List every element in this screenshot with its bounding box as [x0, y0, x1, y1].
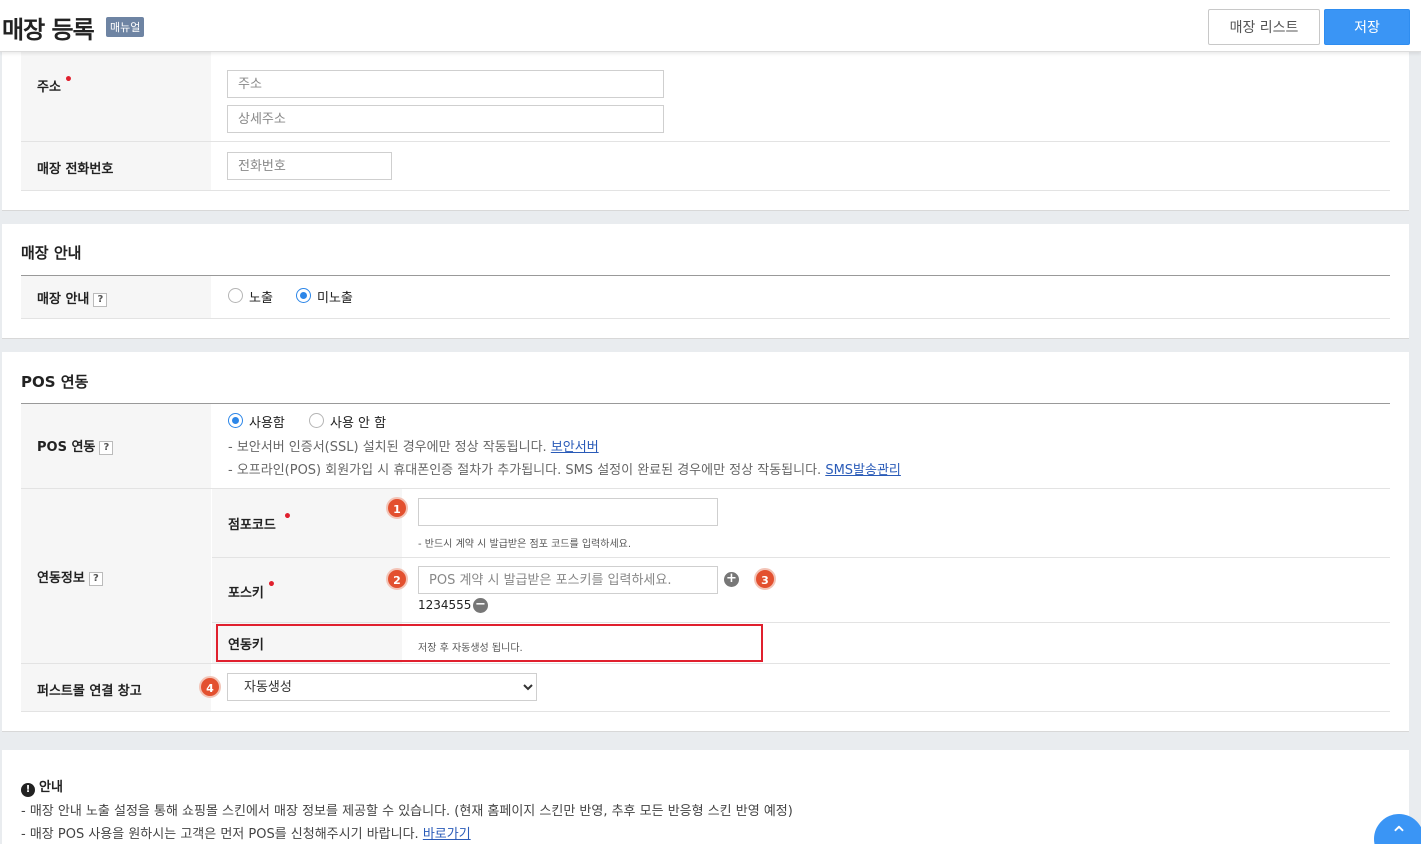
radio-expose-label: 노출	[249, 291, 273, 306]
marker-4: 4	[199, 676, 221, 698]
pos-key-label: 포스키	[228, 586, 264, 601]
radio-pos-use-label: 사용함	[249, 416, 285, 431]
basic-info-panel: 주소 • 매장 전화번호	[2, 40, 1409, 211]
radio-hide[interactable]	[296, 288, 311, 303]
help-icon[interactable]: ?	[88, 571, 103, 586]
link-info-label: 연동정보?	[37, 567, 103, 586]
pos-section-title: POS 연동	[21, 373, 89, 391]
pos-label: POS 연동?	[37, 436, 114, 455]
page-title: 매장 등록	[2, 16, 95, 44]
marker-1: 1	[386, 497, 408, 519]
warehouse-select[interactable]: 자동생성	[227, 673, 537, 701]
sms-management-link[interactable]: SMS발송관리	[825, 463, 901, 478]
store-code-label: 점포코드	[228, 518, 276, 533]
minus-circle-icon[interactable]: −	[473, 598, 488, 613]
required-mark: •	[64, 72, 73, 88]
radio-hide-label: 미노출	[317, 291, 353, 306]
top-bar: 매장 등록 매뉴얼 매장 리스트 저장	[0, 0, 1421, 52]
manual-badge[interactable]: 매뉴얼	[106, 17, 145, 37]
help-icon[interactable]: ?	[99, 440, 114, 455]
guide-line-2: - 매장 POS 사용을 원하시는 고객은 먼저 POS를 신청해주시기 바랍니…	[21, 827, 471, 842]
go-shortcut-link[interactable]: 바로가기	[423, 827, 471, 842]
store-guide-label: 매장 안내?	[37, 288, 108, 307]
required-mark: •	[267, 577, 276, 593]
phone-input[interactable]	[227, 152, 392, 180]
exclamation-circle-icon: !	[21, 783, 35, 797]
info-guide-panel: ! 안내 - 매장 안내 노출 설정을 통해 쇼핑몰 스킨에서 매장 정보를 제공…	[2, 750, 1409, 844]
store-guide-title: 매장 안내	[21, 244, 82, 262]
radio-expose[interactable]	[228, 288, 243, 303]
highlight-box	[216, 624, 763, 662]
radio-pos-unuse-label: 사용 안 함	[330, 416, 387, 431]
marker-3: 3	[754, 568, 776, 590]
guide-title: ! 안내	[21, 776, 63, 797]
pos-key-input[interactable]	[418, 566, 718, 594]
chevron-up-icon: ⌃	[1389, 823, 1409, 844]
store-guide-panel: 매장 안내 매장 안내? 노출 미노출	[2, 224, 1409, 339]
store-code-hint: - 반드시 계약 시 발급받은 점포 코드를 입력하세요.	[418, 539, 632, 550]
warehouse-label: 퍼스트몰 연결 창고	[37, 684, 142, 699]
pos-panel: POS 연동 POS 연동? 사용함 사용 안 함 - 보안서버 인증서(SSL…	[2, 352, 1409, 732]
address-input[interactable]	[227, 70, 664, 98]
address-label: 주소	[37, 80, 61, 95]
save-button[interactable]: 저장	[1324, 9, 1410, 45]
guide-line-1: - 매장 안내 노출 설정을 통해 쇼핑몰 스킨에서 매장 정보를 제공할 수 …	[21, 804, 793, 819]
pos-note-ssl: - 보안서버 인증서(SSL) 설치된 경우에만 정상 작동됩니다. 보안서버	[228, 440, 599, 455]
marker-2: 2	[386, 568, 408, 590]
help-icon[interactable]: ?	[93, 292, 108, 307]
required-mark: •	[283, 509, 292, 525]
plus-circle-icon[interactable]: +	[724, 572, 739, 587]
pos-key-value: 1234555	[418, 598, 472, 612]
radio-pos-use[interactable]	[228, 413, 243, 428]
secure-server-link[interactable]: 보안서버	[551, 440, 599, 455]
store-list-button[interactable]: 매장 리스트	[1208, 9, 1320, 45]
radio-pos-unuse[interactable]	[309, 413, 324, 428]
address-detail-input[interactable]	[227, 105, 664, 133]
phone-label: 매장 전화번호	[37, 162, 114, 177]
pos-note-sms: - 오프라인(POS) 회원가입 시 휴대폰인증 절차가 추가됩니다. SMS …	[228, 463, 901, 478]
store-code-input[interactable]	[418, 498, 718, 526]
